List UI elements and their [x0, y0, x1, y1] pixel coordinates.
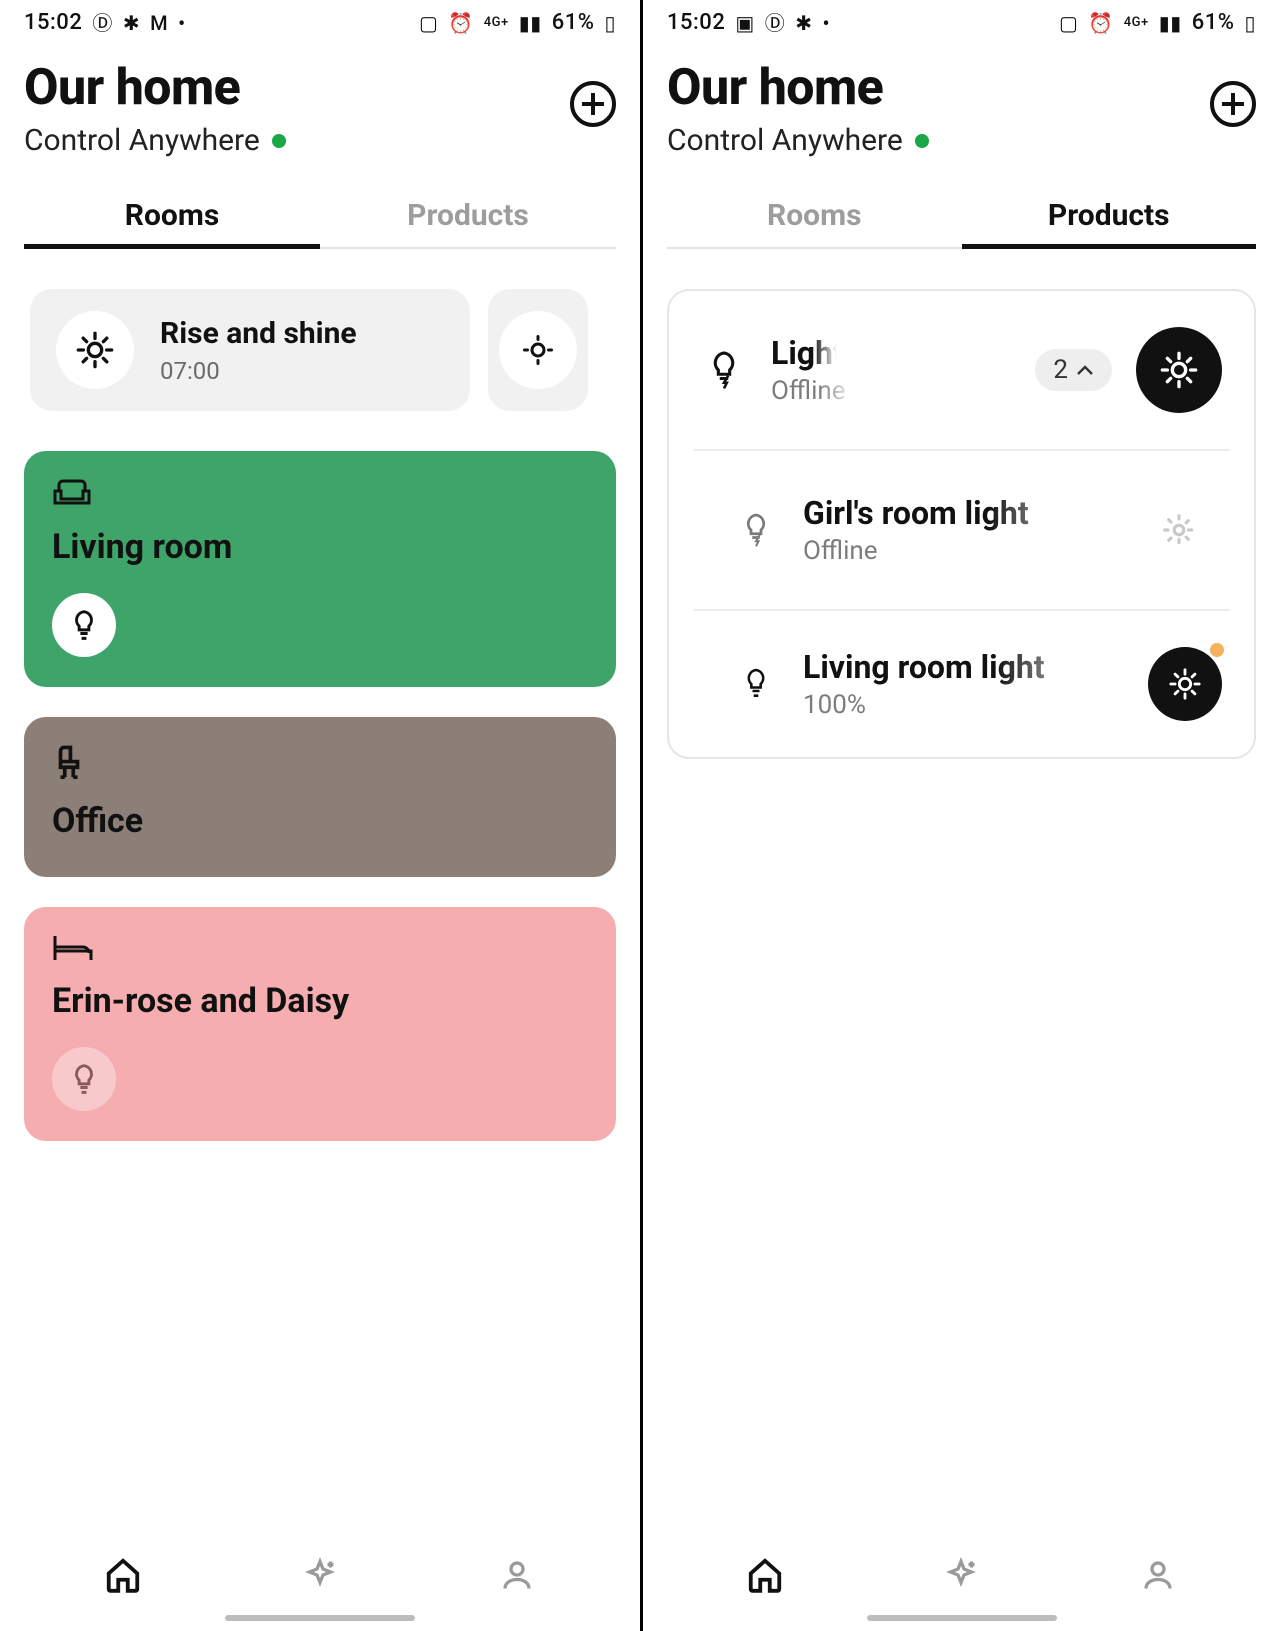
- add-button[interactable]: [570, 81, 616, 127]
- room-light-toggle[interactable]: [52, 593, 116, 657]
- page-header: Our home Control Anywhere: [667, 41, 1256, 158]
- group-light-toggle[interactable]: [1136, 327, 1222, 413]
- room-name: Erin-rose and Daisy: [52, 981, 588, 1021]
- product-name: Girl's room light: [803, 494, 1112, 532]
- page-subtitle: Control Anywhere: [24, 123, 260, 158]
- nav-home[interactable]: [99, 1551, 147, 1599]
- product-status: 100%: [803, 690, 1124, 720]
- nosim-icon: ▢: [1059, 13, 1078, 33]
- room-name: Office: [52, 801, 588, 841]
- product-row[interactable]: Living room light 100%: [693, 611, 1230, 757]
- brightness-icon: [499, 311, 577, 389]
- chair-icon: [52, 743, 588, 783]
- page-title: Our home: [667, 59, 1256, 117]
- battery-icon: ▯: [1244, 13, 1256, 33]
- scene-card[interactable]: Rise and shine 07:00: [30, 289, 470, 411]
- room-light-toggle[interactable]: [52, 1047, 116, 1111]
- room-name: Living room: [52, 527, 588, 567]
- alarm-icon: ⏰: [448, 13, 473, 33]
- online-indicator: [915, 134, 929, 148]
- dot-icon: •: [178, 13, 186, 33]
- product-name: Living room light: [803, 648, 1124, 686]
- nav-automations[interactable]: [937, 1551, 985, 1599]
- discord-icon: Ⓓ: [92, 13, 113, 33]
- scene-time: 07:00: [160, 357, 357, 385]
- bottom-nav: [24, 1529, 616, 1609]
- notification-dot: [1210, 643, 1224, 657]
- bulb-icon: [733, 667, 779, 701]
- product-status: Offline: [803, 536, 1112, 566]
- product-count-pill[interactable]: 2: [1035, 349, 1112, 391]
- tab-products[interactable]: Products: [962, 186, 1257, 247]
- battery-icon: ▯: [604, 13, 616, 33]
- gesture-handle[interactable]: [225, 1615, 415, 1621]
- online-indicator: [272, 134, 286, 148]
- product-group-name: Lights: [771, 334, 891, 372]
- page-title: Our home: [24, 59, 616, 117]
- network-type: 4G+: [1124, 16, 1149, 29]
- bottom-nav: [667, 1529, 1256, 1609]
- snow-icon: ✱: [795, 13, 812, 33]
- tab-rooms[interactable]: Rooms: [667, 186, 962, 247]
- status-bar: 15:02 Ⓓ ✱ M • ▢ ⏰ 4G+ ▮▮ 61% ▯: [24, 0, 616, 41]
- product-row[interactable]: Girl's room light Offline: [693, 451, 1230, 611]
- tab-products[interactable]: Products: [320, 186, 616, 247]
- chevron-up-icon: [1076, 364, 1094, 376]
- discord-icon: Ⓓ: [765, 13, 786, 33]
- nosim-icon: ▢: [419, 13, 438, 33]
- room-card-office[interactable]: Office: [24, 717, 616, 877]
- bulb-bolt-icon: [701, 350, 747, 390]
- product-light-toggle[interactable]: [1148, 647, 1222, 721]
- products-panel: Lights Offline 2: [667, 289, 1256, 759]
- battery-percent: 61%: [1192, 10, 1235, 35]
- bed-icon: [52, 933, 588, 963]
- image-icon: ▣: [735, 13, 754, 33]
- scene-name: Rise and shine: [160, 316, 357, 351]
- network-type: 4G+: [484, 16, 509, 29]
- tab-bar: Rooms Products: [24, 186, 616, 249]
- nav-automations[interactable]: [296, 1551, 344, 1599]
- gesture-handle[interactable]: [867, 1615, 1057, 1621]
- page-subtitle: Control Anywhere: [667, 123, 903, 158]
- signal-icon: ▮▮: [519, 13, 542, 33]
- page-header: Our home Control Anywhere: [24, 41, 616, 158]
- nav-profile[interactable]: [1134, 1551, 1182, 1599]
- status-time: 15:02: [667, 10, 725, 35]
- battery-percent: 61%: [552, 10, 595, 35]
- scene-card-peek[interactable]: [488, 289, 588, 411]
- product-light-toggle[interactable]: [1136, 487, 1222, 573]
- product-group-row[interactable]: Lights Offline 2: [693, 291, 1230, 451]
- tab-bar: Rooms Products: [667, 186, 1256, 249]
- sofa-icon: [52, 477, 588, 509]
- content-products: Lights Offline 2: [667, 249, 1256, 1529]
- status-time: 15:02: [24, 10, 82, 35]
- status-bar: 15:02 ▣ Ⓓ ✱ • ▢ ⏰ 4G+ ▮▮ 61% ▯: [667, 0, 1256, 41]
- gmail-icon: M: [150, 13, 168, 33]
- phone-screen-rooms: 15:02 Ⓓ ✱ M • ▢ ⏰ 4G+ ▮▮ 61% ▯ Our home …: [0, 0, 640, 1631]
- phone-screen-products: 15:02 ▣ Ⓓ ✱ • ▢ ⏰ 4G+ ▮▮ 61% ▯ Our home …: [640, 0, 1280, 1631]
- tab-rooms[interactable]: Rooms: [24, 186, 320, 247]
- product-count: 2: [1053, 355, 1068, 385]
- sun-icon: [56, 311, 134, 389]
- nav-profile[interactable]: [493, 1551, 541, 1599]
- product-group-status: Offline: [771, 376, 891, 406]
- bulb-bolt-icon: [733, 512, 779, 548]
- room-card-living-room[interactable]: Living room: [24, 451, 616, 687]
- snow-icon: ✱: [123, 13, 140, 33]
- add-button[interactable]: [1210, 81, 1256, 127]
- alarm-icon: ⏰: [1088, 13, 1113, 33]
- signal-icon: ▮▮: [1159, 13, 1182, 33]
- nav-home[interactable]: [741, 1551, 789, 1599]
- scenes-row[interactable]: Rise and shine 07:00: [24, 289, 616, 411]
- room-card-bedroom[interactable]: Erin-rose and Daisy: [24, 907, 616, 1141]
- dot-icon: •: [823, 13, 831, 33]
- content-rooms: Rise and shine 07:00: [24, 249, 616, 1529]
